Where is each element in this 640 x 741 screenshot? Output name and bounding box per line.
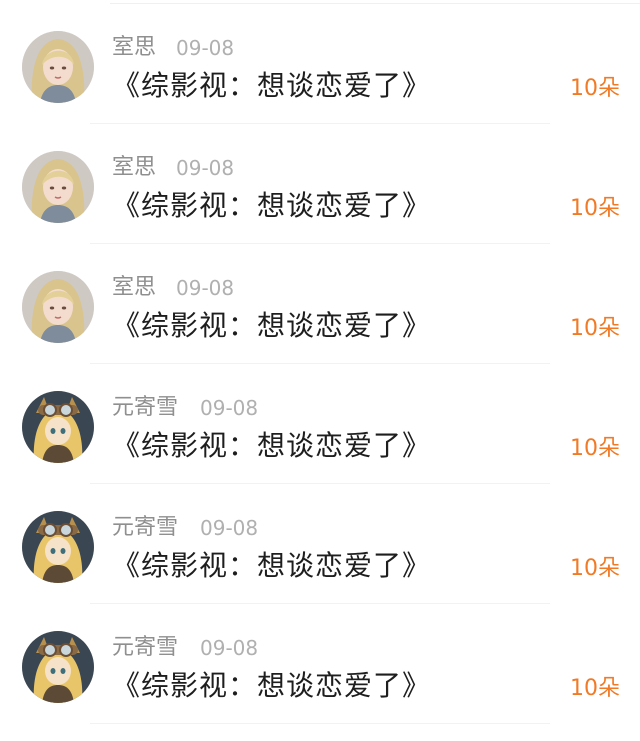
gift-date: 09-08 bbox=[176, 276, 235, 300]
gift-message: 《综影视：想谈恋爱了》 bbox=[112, 69, 432, 102]
avatar[interactable] bbox=[22, 271, 94, 343]
gift-message: 《综影视：想谈恋爱了》 bbox=[112, 669, 432, 702]
user-name[interactable]: 元寄雪 bbox=[112, 394, 178, 422]
avatar[interactable] bbox=[22, 631, 94, 703]
avatar[interactable] bbox=[22, 151, 94, 223]
gift-date: 09-08 bbox=[200, 516, 259, 540]
list-item[interactable]: 室思 09-08 《综影视：想谈恋爱了》 10朵 bbox=[0, 4, 640, 124]
user-name[interactable]: 室思 bbox=[112, 154, 156, 182]
list-item[interactable]: 元寄雪 09-08 《综影视：想谈恋爱了》 10朵 bbox=[0, 484, 640, 604]
gift-amount: 10朵 bbox=[570, 76, 620, 101]
avatar[interactable] bbox=[22, 511, 94, 583]
gift-amount: 10朵 bbox=[570, 436, 620, 461]
goggles-cat-avatar-icon bbox=[22, 391, 94, 463]
user-name[interactable]: 室思 bbox=[112, 274, 156, 302]
gift-amount: 10朵 bbox=[570, 556, 620, 581]
blonde-girl-avatar-icon bbox=[22, 31, 94, 103]
list-item[interactable]: 元寄雪 09-08 《综影视：想谈恋爱了》 10朵 bbox=[0, 604, 640, 724]
gift-date: 09-08 bbox=[176, 156, 235, 180]
goggles-cat-avatar-icon bbox=[22, 511, 94, 583]
user-name[interactable]: 元寄雪 bbox=[112, 514, 178, 542]
gift-amount: 10朵 bbox=[570, 316, 620, 341]
list-item[interactable]: 元寄雪 09-08 《综影视：想谈恋爱了》 10朵 bbox=[0, 364, 640, 484]
divider bbox=[90, 723, 550, 724]
gift-amount: 10朵 bbox=[570, 676, 620, 701]
avatar[interactable] bbox=[22, 391, 94, 463]
avatar[interactable] bbox=[22, 31, 94, 103]
list-item[interactable]: 室思 09-08 《综影视：想谈恋爱了》 10朵 bbox=[0, 124, 640, 244]
gift-message: 《综影视：想谈恋爱了》 bbox=[112, 189, 432, 222]
gift-list: 室思 09-08 《综影视：想谈恋爱了》 10朵 室思 09-08 《综影视：想… bbox=[0, 0, 640, 741]
gift-message: 《综影视：想谈恋爱了》 bbox=[112, 309, 432, 342]
user-name[interactable]: 元寄雪 bbox=[112, 634, 178, 662]
gift-message: 《综影视：想谈恋爱了》 bbox=[112, 549, 432, 582]
goggles-cat-avatar-icon bbox=[22, 631, 94, 703]
gift-date: 09-08 bbox=[176, 36, 235, 60]
list-item[interactable]: 室思 09-08 《综影视：想谈恋爱了》 10朵 bbox=[0, 244, 640, 364]
gift-date: 09-08 bbox=[200, 396, 259, 420]
gift-amount: 10朵 bbox=[570, 196, 620, 221]
blonde-girl-avatar-icon bbox=[22, 151, 94, 223]
gift-message: 《综影视：想谈恋爱了》 bbox=[112, 429, 432, 462]
blonde-girl-avatar-icon bbox=[22, 271, 94, 343]
user-name[interactable]: 室思 bbox=[112, 34, 156, 62]
gift-date: 09-08 bbox=[200, 636, 259, 660]
